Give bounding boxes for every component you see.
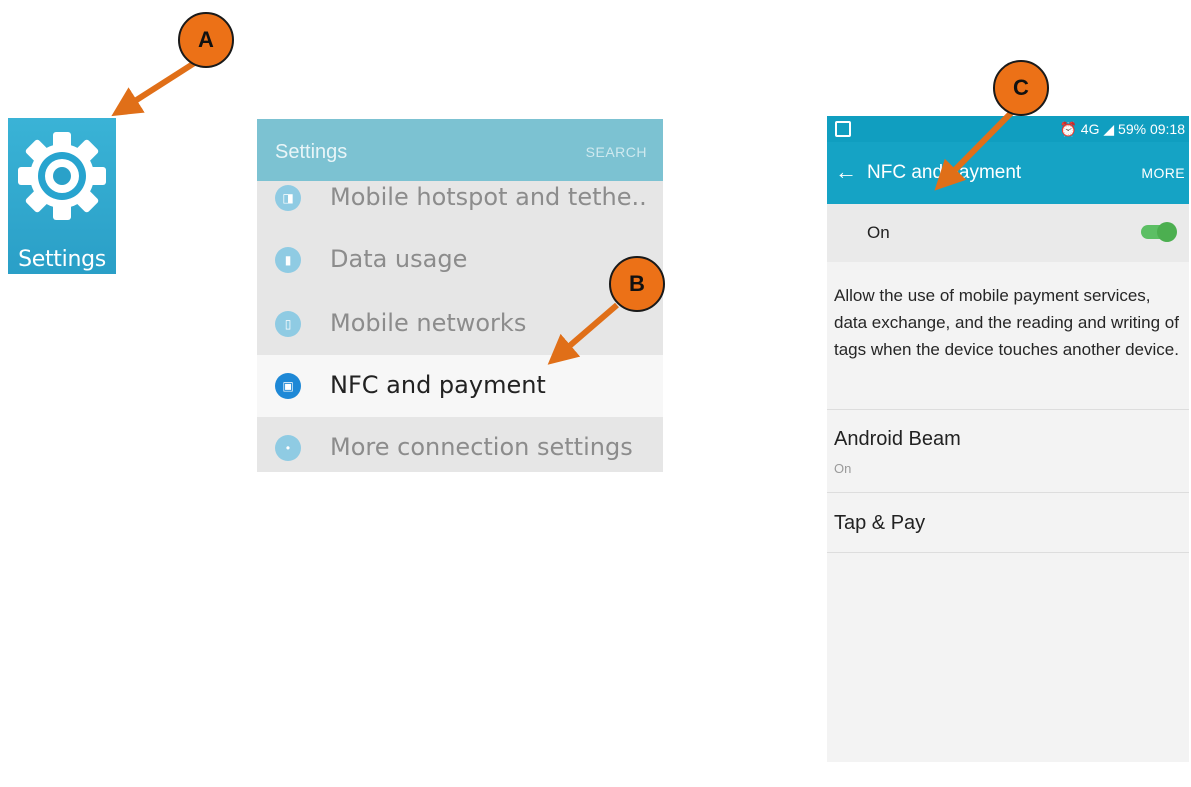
divider	[827, 409, 1189, 410]
settings-item-mobile-hotspot[interactable]: ◨ Mobile hotspot and tethe..	[257, 167, 663, 231]
nfc-payment-screen: ⏰ 4G ◢ 59% 09:18 ← NFC and payment MORE …	[827, 116, 1189, 762]
settings-item-label: Mobile hotspot and tethe..	[330, 183, 647, 211]
android-beam-status: On	[834, 461, 852, 476]
signal-icon: ◢	[1103, 121, 1115, 137]
nfc-toggle-row[interactable]: On	[827, 204, 1189, 262]
network-type: 4G	[1080, 121, 1100, 137]
toggle-label: On	[867, 223, 890, 242]
settings-app-icon[interactable]: Settings	[8, 118, 116, 274]
gear-icon	[18, 132, 106, 220]
settings-item-nfc-payment[interactable]: ▣ NFC and payment	[257, 355, 663, 417]
callout-c: C	[993, 60, 1049, 116]
divider	[827, 492, 1189, 493]
settings-item-data-usage[interactable]: ▮ Data usage	[257, 229, 663, 293]
data-usage-icon: ▮	[275, 247, 301, 273]
nfc-icon: ▣	[275, 373, 301, 399]
hotspot-icon: ◨	[275, 185, 301, 211]
more-connections-icon: •	[275, 435, 301, 461]
callout-a: A	[178, 12, 234, 68]
divider	[827, 552, 1189, 553]
android-beam-title: Android Beam	[834, 428, 961, 450]
back-arrow-icon[interactable]: ←	[835, 159, 857, 185]
alarm-icon: ⏰	[1059, 121, 1077, 137]
settings-item-mobile-networks[interactable]: ▯ Mobile networks	[257, 293, 663, 357]
settings-item-label: NFC and payment	[330, 371, 546, 399]
status-bar: ⏰ 4G ◢ 59% 09:18	[827, 116, 1189, 142]
mobile-networks-icon: ▯	[275, 311, 301, 337]
search-button[interactable]: SEARCH	[586, 144, 647, 160]
settings-item-label: Data usage	[330, 245, 468, 273]
arrow-a	[111, 59, 198, 117]
nfc-description: Allow the use of mobile payment services…	[834, 286, 1179, 359]
toggle-thumb	[1157, 222, 1177, 242]
tap-pay-title: Tap & Pay	[834, 512, 926, 534]
settings-title: Settings	[275, 141, 348, 163]
battery-and-time: 59% 09:18	[1118, 121, 1185, 137]
settings-list-screen: Settings SEARCH ◨ Mobile hotspot and tet…	[257, 119, 663, 472]
settings-item-more-connections[interactable]: • More connection settings	[257, 417, 663, 472]
settings-item-label: More connection settings	[330, 433, 633, 461]
app-bar: ← NFC and payment MORE	[827, 142, 1189, 204]
more-button[interactable]: MORE	[1141, 165, 1185, 181]
callout-b: B	[609, 256, 665, 312]
status-right: ⏰ 4G ◢ 59% 09:18	[1059, 121, 1185, 138]
nfc-toggle-switch[interactable]	[1139, 222, 1177, 242]
settings-item-label: Mobile networks	[330, 309, 527, 337]
app-icon-label: Settings	[18, 247, 106, 272]
page-title: NFC and payment	[867, 162, 1022, 183]
gallery-notification-icon	[835, 121, 851, 137]
